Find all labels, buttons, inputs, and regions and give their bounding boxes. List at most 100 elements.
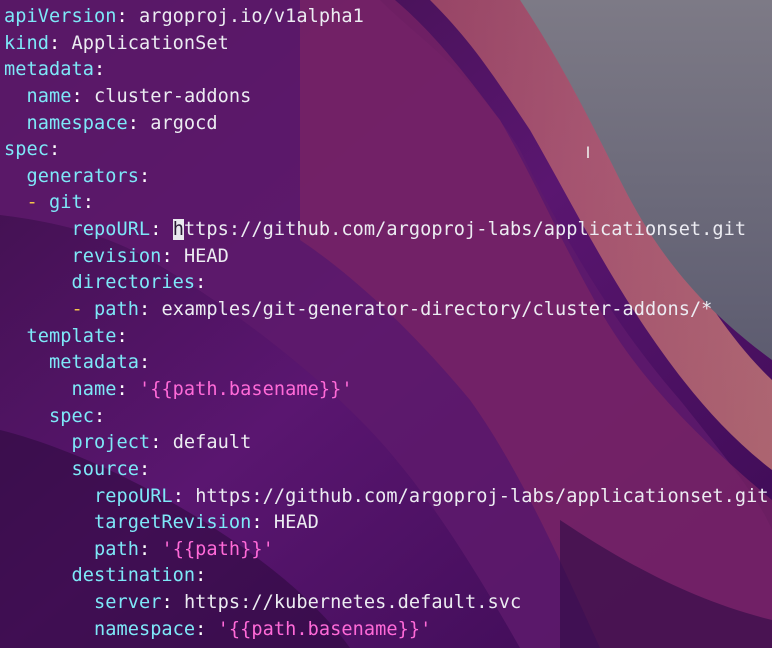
yaml-key: namespace [93, 618, 196, 640]
code-line: - path: examples/git-generator-directory… [4, 297, 772, 324]
list-dash: - [71, 299, 94, 321]
yaml-colon: : [161, 592, 173, 614]
yaml-colon: : [48, 32, 61, 54]
yaml-string-value: '{{path.basename}}' [217, 618, 432, 640]
code-line: targetRevision: HEAD [4, 510, 772, 537]
code-line: destination: [4, 563, 772, 590]
code-line: generators: [4, 164, 772, 191]
yaml-colon: : [93, 59, 106, 81]
yaml-value: cluster-addons [93, 85, 252, 107]
yaml-key: template [26, 325, 117, 347]
yaml-value: https://github.com/argoproj-labs/applica… [195, 485, 769, 507]
yaml-key: revision [71, 245, 162, 267]
yaml-key: name [71, 378, 117, 400]
yaml-colon: : [116, 6, 128, 27]
yaml-colon: : [48, 139, 61, 161]
yaml-colon: : [71, 85, 83, 107]
yaml-key: spec [48, 405, 94, 427]
code-line: repoURL: https://github.com/argoproj-lab… [4, 217, 772, 244]
code-line: directories: [4, 270, 772, 297]
yaml-colon: : [116, 378, 128, 400]
yaml-colon: : [138, 538, 151, 560]
yaml-colon: : [138, 458, 151, 480]
yaml-colon: : [195, 618, 207, 640]
yaml-key: project [71, 432, 151, 454]
code-line: revision: HEAD [4, 244, 772, 271]
yaml-key: metadata [4, 59, 94, 81]
text-cursor-ibeam-icon: I [585, 143, 591, 162]
yaml-key: repoURL [71, 219, 151, 241]
yaml-key: kind [4, 32, 49, 54]
code-line: server: https://kubernetes.default.svc [4, 590, 772, 617]
yaml-key: metadata [48, 352, 139, 374]
yaml-value: argocd [150, 112, 218, 134]
code-line: name: cluster-addons [4, 84, 772, 111]
yaml-colon: : [82, 192, 94, 214]
yaml-key: name [26, 85, 72, 107]
yaml-key: targetRevision [93, 512, 252, 534]
yaml-colon: : [116, 325, 128, 347]
yaml-key: directories [71, 272, 196, 294]
yaml-colon: : [195, 272, 207, 294]
code-line: path: '{{path}}' [4, 537, 772, 564]
yaml-key: generators [26, 165, 139, 187]
yaml-colon: : [138, 165, 151, 187]
yaml-key: destination [71, 565, 196, 587]
yaml-string-value: '{{path.basename}}' [138, 378, 353, 400]
yaml-value: argoproj.io/v1alpha1 [138, 6, 364, 27]
yaml-key: path [93, 538, 139, 560]
yaml-key: git [49, 192, 83, 214]
code-line: name: '{{path.basename}}' [4, 377, 772, 404]
yaml-key: namespace [26, 112, 128, 134]
list-dash: - [26, 192, 49, 214]
code-line: spec: [4, 137, 772, 164]
yaml-value: HEAD [273, 512, 319, 534]
code-line: spec: [4, 404, 772, 431]
yaml-value: examples/git-generator-directory/cluster… [161, 299, 713, 321]
yaml-colon: : [195, 565, 207, 587]
yaml-key: repoURL [93, 485, 173, 507]
yaml-colon: : [138, 299, 151, 321]
yaml-key: spec [4, 139, 49, 161]
code-line: - git: [4, 190, 772, 217]
code-editor[interactable]: apiVersion: argoproj.io/v1alpha1 kind: Ap… [4, 4, 772, 643]
yaml-colon: : [93, 405, 106, 427]
code-line: repoURL: https://github.com/argoproj-lab… [4, 484, 772, 511]
yaml-colon: : [150, 432, 162, 454]
yaml-key: path [93, 299, 139, 321]
yaml-value: https://kubernetes.default.svc [183, 592, 522, 614]
yaml-colon: : [172, 485, 184, 507]
yaml-colon: : [251, 512, 263, 534]
code-line: apiVersion: argoproj.io/v1alpha1 [4, 4, 772, 31]
code-line: project: default [4, 430, 772, 457]
yaml-key: server [93, 592, 162, 614]
code-line: namespace: '{{path.basename}}' [4, 617, 772, 644]
yaml-colon: : [127, 112, 139, 134]
yaml-key: source [71, 458, 139, 480]
yaml-value: ttps://github.com/argoproj-labs/applicat… [183, 219, 747, 241]
code-line: source: [4, 457, 772, 484]
code-line: metadata: [4, 350, 772, 377]
yaml-value: HEAD [183, 245, 229, 267]
yaml-colon: : [161, 245, 173, 267]
yaml-colon: : [150, 219, 162, 241]
